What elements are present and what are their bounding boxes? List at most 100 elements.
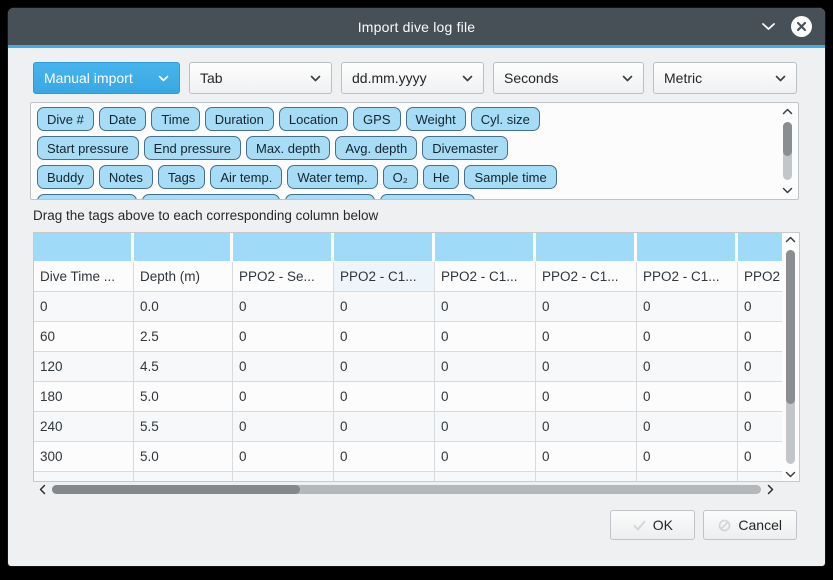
scroll-down-button[interactable]: [779, 187, 796, 194]
drop-target-cell[interactable]: [334, 233, 435, 262]
tag-water-temp-[interactable]: Water temp.: [287, 165, 377, 189]
tag-sample-po-[interactable]: Sample pO₂: [285, 194, 375, 200]
slash-circle-icon: [718, 519, 731, 532]
drop-target-cell[interactable]: [435, 233, 536, 262]
table-cell: 0: [34, 292, 134, 322]
tag-location[interactable]: Location: [279, 107, 348, 131]
table-cell: 0: [637, 442, 738, 472]
table-cell: [738, 472, 782, 481]
preview-table: Dive Time ...Depth (m)PPO2 - Se...PPO2 -…: [33, 232, 800, 482]
cancel-button[interactable]: Cancel: [703, 510, 797, 540]
tag-row: BuddyNotesTagsAir temp.Water temp.O₂HeSa…: [37, 165, 774, 189]
field-separator-select[interactable]: Tab: [189, 62, 332, 94]
close-button[interactable]: [791, 16, 812, 37]
tag-sample-depth[interactable]: Sample depth: [37, 194, 137, 200]
units-value: Metric: [664, 70, 702, 86]
drop-target-cell[interactable]: [536, 233, 637, 262]
tag-he[interactable]: He: [423, 165, 460, 189]
table-cell: 5.5: [134, 412, 233, 442]
table-cell: 0: [233, 322, 334, 352]
scroll-thumb[interactable]: [52, 485, 300, 494]
table-cell: 0: [738, 292, 782, 322]
table-cell: 0: [637, 352, 738, 382]
table-vertical-scrollbar[interactable]: [782, 233, 799, 481]
drop-target-cell[interactable]: [134, 233, 233, 262]
drop-target-cell[interactable]: [233, 233, 334, 262]
table-cell: [435, 472, 536, 481]
table-horizontal-scrollbar[interactable]: [39, 483, 774, 496]
drag-hint-text: Drag the tags above to each correspondin…: [33, 208, 378, 223]
table-cell: [34, 472, 134, 481]
table-cell: 0: [334, 292, 435, 322]
tag-avg-depth[interactable]: Avg. depth: [335, 136, 417, 160]
scroll-track[interactable]: [52, 485, 761, 494]
table-cell: 0: [334, 412, 435, 442]
field-separator-value: Tab: [200, 70, 223, 86]
tag-sample-time[interactable]: Sample time: [464, 165, 556, 189]
titlebar[interactable]: Import dive log file: [8, 8, 825, 45]
tag-dive-[interactable]: Dive #: [37, 107, 94, 131]
table-cell: 0: [435, 292, 536, 322]
tag-tags[interactable]: Tags: [158, 165, 205, 189]
drop-target-cell[interactable]: [34, 233, 134, 262]
table-cell: 0: [536, 382, 637, 412]
chevron-up-icon: [785, 236, 796, 243]
scroll-thumb[interactable]: [786, 250, 795, 404]
column-header[interactable]: Dive Time ...: [34, 262, 134, 292]
tag-divemaster[interactable]: Divemaster: [422, 136, 508, 160]
scroll-track[interactable]: [783, 122, 792, 180]
import-source-select[interactable]: Manual import: [33, 62, 180, 94]
duration-format-select[interactable]: Seconds: [493, 62, 644, 94]
ok-button[interactable]: OK: [610, 510, 695, 540]
tag-start-pressure[interactable]: Start pressure: [37, 136, 139, 160]
tag-pool-scrollbar[interactable]: [779, 105, 796, 197]
scroll-track[interactable]: [786, 250, 795, 464]
shade-button[interactable]: [761, 22, 776, 31]
table-row: [34, 472, 782, 481]
scroll-up-button[interactable]: [779, 108, 796, 115]
tag-sample-cns[interactable]: Sample CNS: [380, 194, 475, 200]
column-header[interactable]: PPO2 - C1...: [536, 262, 637, 292]
column-header[interactable]: PPO2 - C1...: [334, 262, 435, 292]
table-cell: 0: [738, 322, 782, 352]
tag-notes[interactable]: Notes: [99, 165, 153, 189]
column-header[interactable]: PPO2: [738, 262, 782, 292]
table-cell: 0: [637, 382, 738, 412]
column-header[interactable]: Depth (m): [134, 262, 233, 292]
column-header[interactable]: PPO2 - Se...: [233, 262, 334, 292]
table-row: 1204.5000000: [34, 352, 782, 382]
units-select[interactable]: Metric: [653, 62, 797, 94]
chevron-left-icon[interactable]: [39, 484, 46, 495]
column-header[interactable]: PPO2 - C1...: [637, 262, 738, 292]
table-row: 3005.0000000: [34, 442, 782, 472]
drop-target-row: [34, 233, 782, 262]
tag-buddy[interactable]: Buddy: [37, 165, 94, 189]
tag-date[interactable]: Date: [99, 107, 146, 131]
tag-end-pressure[interactable]: End pressure: [144, 136, 241, 160]
tag-o-[interactable]: O₂: [383, 165, 418, 189]
scroll-up-button[interactable]: [782, 236, 799, 243]
tag-air-temp-[interactable]: Air temp.: [210, 165, 282, 189]
tag-max-depth[interactable]: Max. depth: [246, 136, 330, 160]
table-cell: [637, 472, 738, 481]
table-cell: 0: [435, 352, 536, 382]
tag-gps[interactable]: GPS: [353, 107, 400, 131]
table-cell: 0: [435, 322, 536, 352]
column-header[interactable]: PPO2 - C1...: [435, 262, 536, 292]
drop-target-cell[interactable]: [738, 233, 782, 262]
tag-time[interactable]: Time: [151, 107, 199, 131]
drop-target-cell[interactable]: [637, 233, 738, 262]
date-format-select[interactable]: dd.mm.yyyy: [341, 62, 484, 94]
scroll-down-button[interactable]: [782, 471, 799, 478]
table-cell: 0: [233, 442, 334, 472]
table-cell: 0: [536, 322, 637, 352]
tag-rows: Dive #DateTimeDurationLocationGPSWeightC…: [31, 103, 798, 200]
tag-sample-temperature[interactable]: Sample temperature: [142, 194, 280, 200]
table-cell: 0: [435, 382, 536, 412]
tag-duration[interactable]: Duration: [205, 107, 274, 131]
chevron-right-icon[interactable]: [767, 484, 774, 495]
tag-cyl-size[interactable]: Cyl. size: [471, 107, 540, 131]
import-options-toolbar: Manual import Tab dd.mm.yyyy Seconds Met…: [33, 62, 797, 94]
scroll-thumb[interactable]: [783, 122, 792, 156]
tag-weight[interactable]: Weight: [406, 107, 466, 131]
